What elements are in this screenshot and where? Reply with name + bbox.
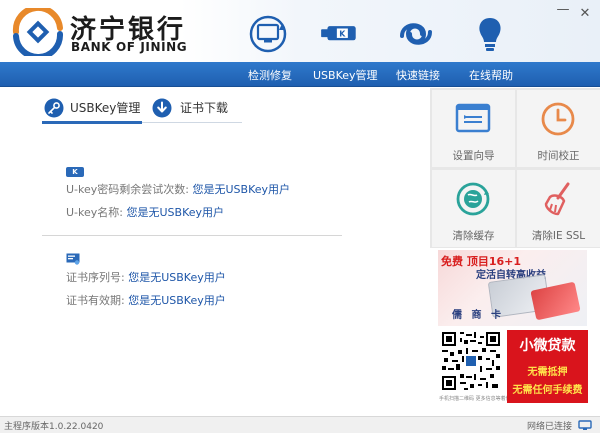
tab-cert-download-label: 证书下载 — [180, 101, 229, 115]
tab-cert-download[interactable]: 证书下载 — [152, 96, 252, 120]
network-icon — [578, 420, 592, 430]
connection-status: 网络已连接 — [526, 422, 572, 432]
svg-text:K: K — [339, 29, 346, 38]
clear-cache-label: 清除缓存 — [452, 230, 495, 242]
monitor-refresh-icon[interactable] — [246, 14, 290, 54]
lightbulb-icon[interactable] — [468, 14, 512, 54]
nav-item-quick-links[interactable]: 快速链接 — [396, 67, 440, 83]
tab-usbkey-label: USBKey管理 — [70, 101, 141, 115]
ukey-retry-row: U-key密码剩余尝试次数: 您是无USBKey用户 — [66, 181, 290, 197]
promo-card-name: 儒 商 卡 — [452, 310, 504, 321]
clear-cache-button[interactable]: 清除缓存 — [432, 170, 515, 247]
globe-refresh-icon — [456, 182, 490, 216]
certificate-icon — [66, 253, 80, 265]
cert-validity-label: 证书有效期: — [66, 294, 125, 307]
cert-serial-value: 您是无USBKey用户 — [128, 271, 226, 284]
bank-logo — [12, 8, 64, 56]
setup-wizard-button[interactable]: 设置向导 — [432, 90, 515, 167]
ukey-name-row: U-key名称: 您是无USBKey用户 — [66, 204, 224, 220]
loan-title: 小微贷款 — [519, 338, 576, 354]
wizard-icon — [455, 103, 491, 133]
time-correction-button[interactable]: 时间校正 — [517, 90, 600, 167]
clear-ie-ssl-label: 清除IE SSL — [531, 230, 586, 242]
qr-caption: 手机扫描二维码 更多信息等着你 — [439, 396, 511, 402]
close-button[interactable]: ✕ — [578, 6, 592, 21]
usb-key-small-icon: K — [66, 167, 84, 177]
setup-wizard-label: 设置向导 — [452, 150, 495, 162]
nav-bar: 检测修复 USBKey管理 快速链接 在线帮助 — [0, 62, 600, 87]
nav-item-usbkey[interactable]: USBKey管理 — [313, 67, 378, 83]
card-promo-banner[interactable]: 免费 顶目16+1 定活自转高收益 儒 商 卡 — [438, 250, 587, 326]
cert-serial-row: 证书序列号: 您是无USBKey用户 — [66, 269, 226, 285]
cert-validity-value: 您是无USBKey用户 — [128, 294, 226, 307]
cert-validity-row: 证书有效期: 您是无USBKey用户 — [66, 292, 226, 308]
micro-loan-banner[interactable]: 小微贷款 无需抵押 无需任何手续费 — [507, 330, 588, 403]
loan-line-2: 无需任何手续费 — [512, 385, 583, 396]
loan-line-1: 无需抵押 — [527, 367, 568, 378]
header: 济宁银行 BANK OF JINING — ✕ K — [0, 0, 600, 62]
clock-icon — [541, 102, 575, 136]
section-divider — [42, 235, 342, 236]
active-tab-indicator — [42, 121, 142, 124]
time-correction-label: 时间校正 — [537, 150, 580, 162]
minimize-button[interactable]: — — [556, 2, 570, 17]
download-icon — [152, 98, 172, 118]
nav-item-diagnose[interactable]: 检测修复 — [248, 67, 292, 83]
key-icon — [44, 98, 64, 118]
link-loop-icon[interactable] — [394, 14, 438, 54]
cert-serial-label: 证书序列号: — [66, 271, 125, 284]
qr-code-image — [440, 330, 502, 392]
broom-icon — [544, 182, 570, 216]
usb-key-icon[interactable]: K — [318, 14, 362, 54]
ukey-name-value: 您是无USBKey用户 — [126, 206, 225, 219]
ukey-name-label: U-key名称: — [66, 206, 123, 219]
brand-name-en: BANK OF JINING — [71, 40, 188, 54]
clear-ie-ssl-button[interactable]: 清除IE SSL — [517, 170, 600, 247]
status-bar: 主程序版本1.0.22.0420 网络已连接 — [0, 416, 600, 433]
tab-divider — [142, 122, 242, 123]
ukey-retry-value: 您是无USBKey用户 — [192, 183, 291, 196]
tab-usbkey[interactable]: USBKey管理 — [42, 96, 142, 120]
ukey-retry-label: U-key密码剩余尝试次数: — [66, 183, 189, 196]
version-text: 主程序版本1.0.22.0420 — [4, 422, 104, 432]
nav-item-online-help[interactable]: 在线帮助 — [469, 67, 513, 83]
